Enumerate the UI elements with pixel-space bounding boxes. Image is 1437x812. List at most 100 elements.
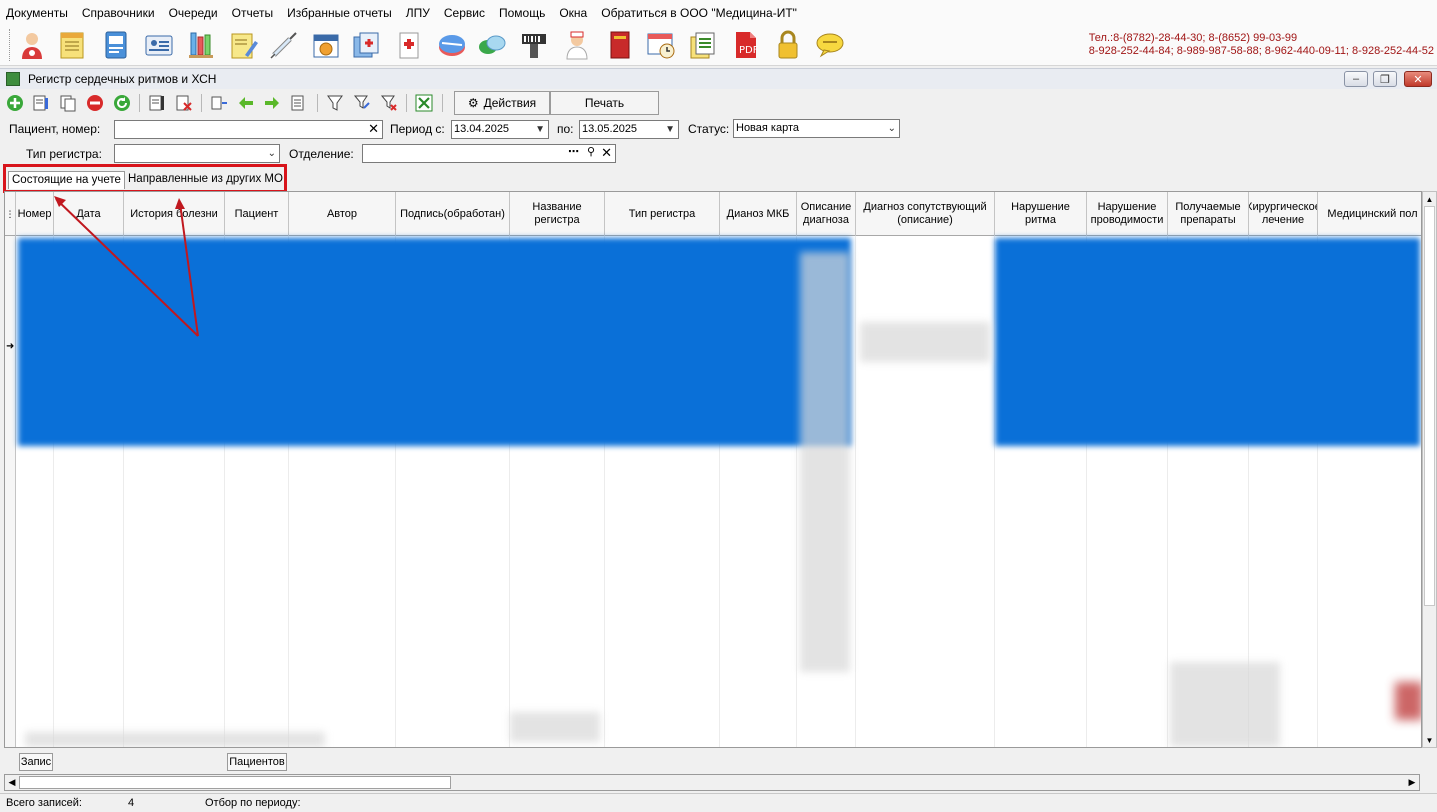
column-header[interactable]: Название регистра	[510, 192, 605, 236]
refresh-icon[interactable]	[113, 94, 131, 112]
vertical-scroll-thumb[interactable]	[1424, 206, 1435, 606]
toolbar-grip[interactable]	[9, 29, 12, 61]
column-header[interactable]: Получаемые препараты	[1168, 192, 1249, 236]
nurse-icon[interactable]	[561, 29, 593, 61]
medications-icon[interactable]	[436, 29, 468, 61]
restore-button[interactable]: ❐	[1373, 71, 1397, 87]
column-header[interactable]: История болезни	[124, 192, 225, 236]
add-record-icon[interactable]	[6, 94, 24, 112]
chevron-down-icon[interactable]: ⌄	[268, 145, 276, 162]
actions-button[interactable]: ⚙ Действия	[454, 91, 550, 115]
edit-record-icon[interactable]	[32, 94, 50, 112]
menu-item[interactable]: Справочники	[82, 6, 155, 20]
clear-patient-icon[interactable]: ✕	[368, 121, 379, 137]
excel-export-icon[interactable]	[415, 94, 433, 112]
tab-referred-from-other-mo[interactable]: Направленные из других МО	[125, 171, 286, 189]
period-from-field[interactable]: 13.04.2025 ▼	[451, 120, 549, 139]
red-book-icon[interactable]	[604, 29, 636, 61]
column-header[interactable]: Хирургическое лечение	[1249, 192, 1318, 236]
arrow-right-icon[interactable]	[263, 94, 281, 112]
first-aid-icon[interactable]	[393, 29, 425, 61]
filter-edit-icon[interactable]	[353, 94, 371, 112]
menu-item[interactable]: ЛПУ	[406, 6, 430, 20]
column-header[interactable]: Медицинский пол	[1318, 192, 1421, 236]
column-header[interactable]: Пациент	[225, 192, 289, 236]
list-view-icon[interactable]	[290, 94, 308, 112]
menu-item[interactable]: Очереди	[169, 6, 218, 20]
status-bar: Всего записей: 4 Отбор по периоду:	[0, 793, 1437, 812]
column-header[interactable]: Автор	[289, 192, 396, 236]
medical-records-icon[interactable]	[350, 29, 382, 61]
selected-row-block[interactable]	[18, 238, 851, 446]
vertical-scrollbar[interactable]: ▲ ▼	[1422, 191, 1437, 748]
id-card-icon[interactable]	[143, 29, 175, 61]
selected-row-block[interactable]	[995, 238, 1420, 446]
column-header[interactable]: Тип регистра	[605, 192, 720, 236]
column-header[interactable]: Дата	[54, 192, 124, 236]
edit-note-icon[interactable]	[227, 29, 259, 61]
delete-record-icon[interactable]	[86, 94, 104, 112]
menu-item[interactable]: Документы	[6, 6, 68, 20]
ellipsis-icon[interactable]: ⋯	[568, 145, 579, 161]
copy-record-icon[interactable]	[59, 94, 77, 112]
column-header[interactable]: Диагноз сопутствующий (описание)	[856, 192, 995, 236]
chevron-down-icon[interactable]: ⌄	[888, 120, 896, 137]
column-header[interactable]: Нарушение ритма	[995, 192, 1087, 236]
clear-department-icon[interactable]: ✕	[601, 145, 612, 161]
lock-icon[interactable]	[772, 29, 804, 61]
close-button[interactable]: ✕	[1404, 71, 1432, 87]
menu-item[interactable]: Избранные отчеты	[287, 6, 392, 20]
documents-stack-icon[interactable]	[687, 29, 719, 61]
records-count-button[interactable]: Запис	[19, 753, 53, 771]
scroll-up-icon[interactable]: ▲	[1423, 192, 1436, 206]
card-remove-icon[interactable]	[175, 94, 193, 112]
patients-count-button[interactable]: Пациентов	[227, 753, 287, 771]
chevron-down-icon[interactable]: ▼	[535, 121, 545, 138]
column-header[interactable]: Подпись(обработан)	[396, 192, 510, 236]
status-select[interactable]: Новая карта ⌄	[733, 119, 900, 138]
current-row-arrow-icon: ➜	[6, 341, 15, 352]
doctor-icon[interactable]	[16, 29, 48, 61]
patient-input[interactable]: ✕	[114, 120, 383, 139]
move-icon[interactable]	[210, 94, 228, 112]
chevron-down-icon[interactable]: ▼	[665, 121, 675, 138]
menu-item[interactable]: Окна	[559, 6, 587, 20]
filter-clear-icon[interactable]	[380, 94, 398, 112]
search-icon[interactable]: ⚲	[587, 145, 595, 161]
schedule-clock-icon[interactable]	[645, 29, 677, 61]
lab-flasks-icon[interactable]	[185, 29, 217, 61]
tab-registered[interactable]: Состоящие на учете	[8, 171, 125, 189]
calendar-schedule-icon[interactable]	[310, 29, 342, 61]
card-check-icon[interactable]	[148, 94, 166, 112]
horizontal-scrollbar[interactable]: ◀ ▶	[4, 774, 1420, 791]
barcode-scanner-icon[interactable]	[518, 29, 550, 61]
scroll-right-icon[interactable]: ▶	[1405, 775, 1419, 790]
column-header[interactable]: Дианоз МКБ	[720, 192, 797, 236]
column-header[interactable]: Описание диагноза	[797, 192, 856, 236]
menu-item[interactable]: Помощь	[499, 6, 545, 20]
svg-text:PDF: PDF	[739, 45, 759, 56]
minimize-button[interactable]: ‒	[1344, 71, 1368, 87]
card-index-icon[interactable]	[100, 29, 132, 61]
column-header[interactable]: Номер	[16, 192, 54, 236]
menu-item[interactable]: Отчеты	[232, 6, 273, 20]
pills-icon[interactable]	[476, 29, 508, 61]
chat-message-icon[interactable]	[814, 29, 846, 61]
patient-label: Пациент, номер:	[9, 122, 101, 136]
scroll-left-icon[interactable]: ◀	[5, 775, 19, 790]
filter-icon[interactable]	[326, 94, 344, 112]
menu-item[interactable]: Обратиться в ООО "Медицина-ИТ"	[601, 6, 797, 20]
arrow-left-icon[interactable]	[237, 94, 255, 112]
syringe-icon[interactable]	[268, 29, 300, 61]
print-button[interactable]: Печать	[550, 91, 659, 115]
horizontal-scroll-thumb[interactable]	[19, 776, 451, 789]
register-type-select[interactable]: ⌄	[114, 144, 280, 163]
department-input[interactable]: ⋯ ⚲ ✕	[362, 144, 616, 163]
column-chooser-icon[interactable]: ⋮	[5, 192, 16, 236]
period-to-field[interactable]: 13.05.2025 ▼	[579, 120, 679, 139]
column-header[interactable]: Нарушение проводимости	[1087, 192, 1168, 236]
notebook-icon[interactable]	[56, 29, 88, 61]
pdf-document-icon[interactable]: PDF	[730, 29, 762, 61]
menu-item[interactable]: Сервис	[444, 6, 485, 20]
scroll-down-icon[interactable]: ▼	[1423, 733, 1436, 747]
